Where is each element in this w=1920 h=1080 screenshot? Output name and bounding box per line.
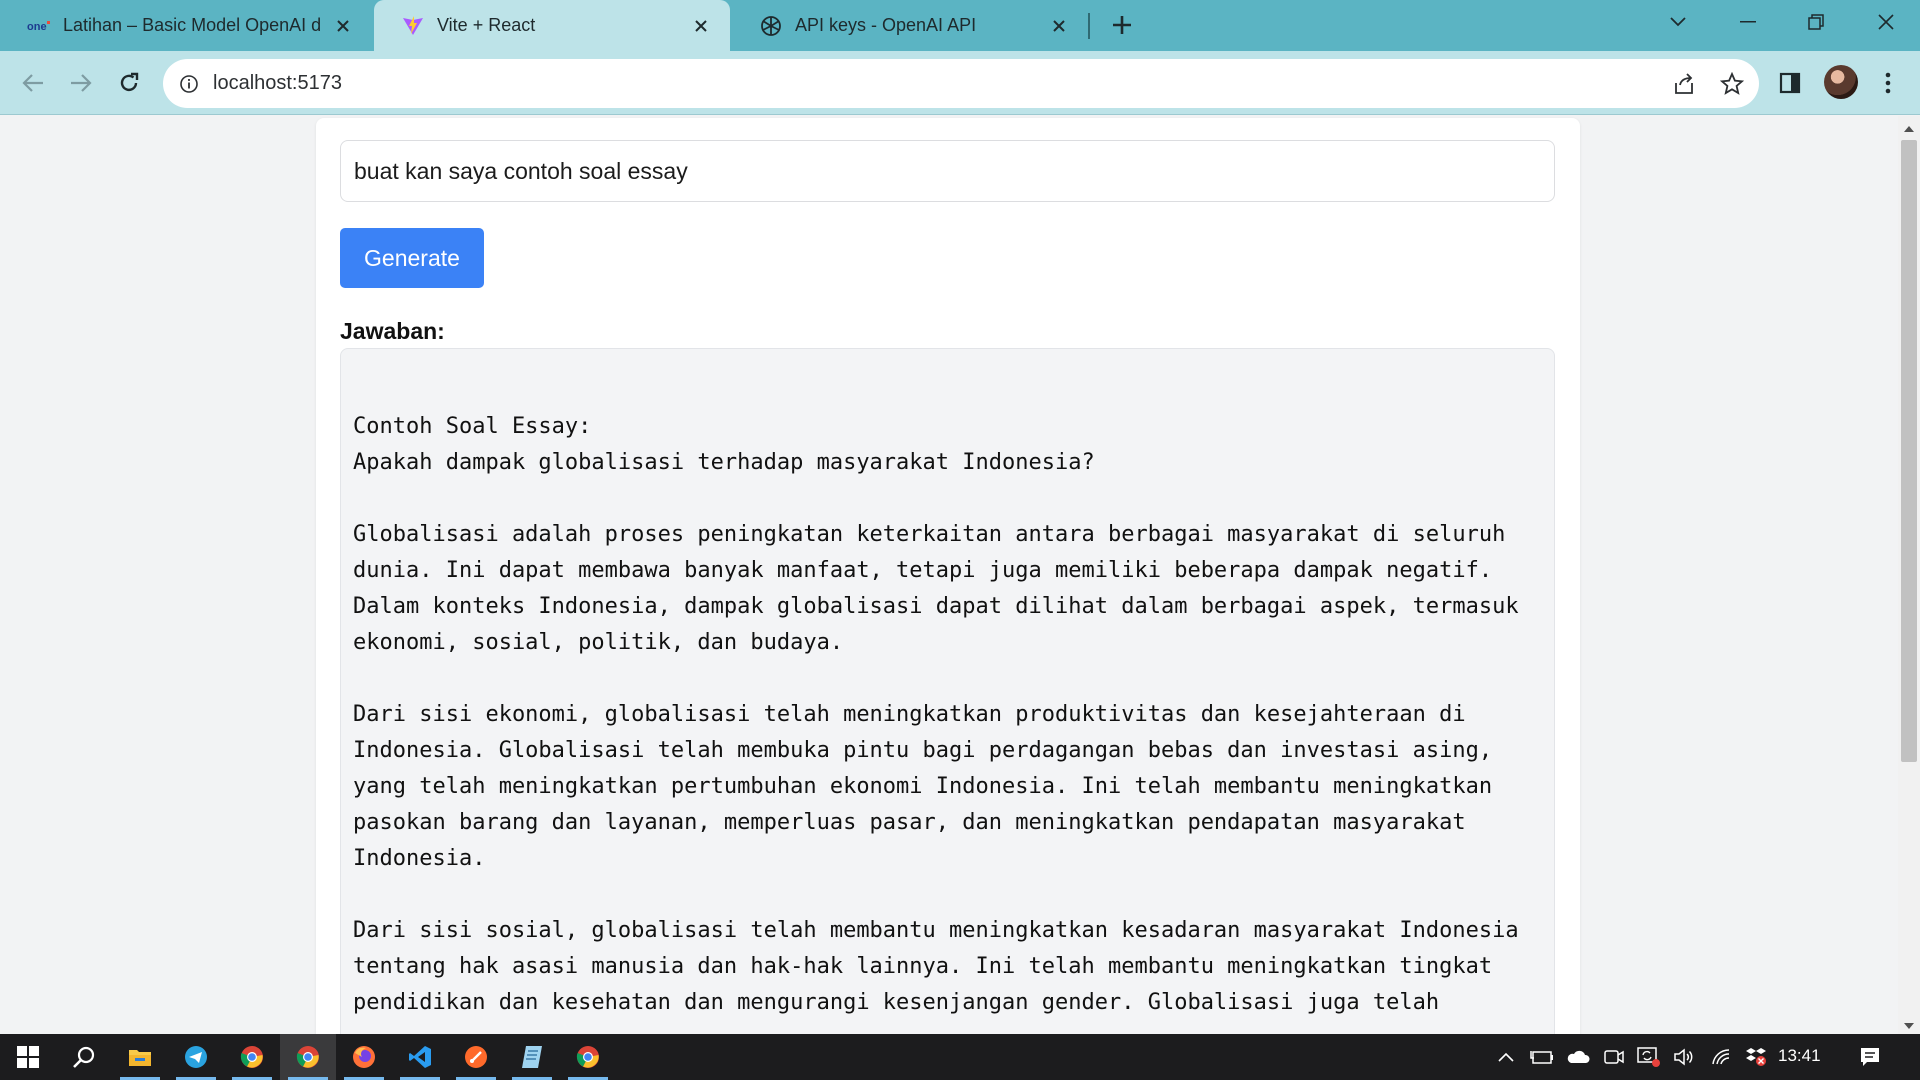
chrome-button[interactable] bbox=[560, 1034, 616, 1080]
chrome-icon bbox=[240, 1046, 263, 1068]
vscode-button[interactable] bbox=[392, 1034, 448, 1080]
file-explorer-button[interactable] bbox=[112, 1034, 168, 1080]
chrome-button[interactable] bbox=[280, 1034, 336, 1080]
generator-card: Generate Jawaban: Contoh Soal Essay: Apa… bbox=[316, 118, 1580, 1034]
answer-text: Contoh Soal Essay: Apakah dampak globali… bbox=[353, 414, 1519, 1015]
notification-icon[interactable] bbox=[1858, 1045, 1882, 1069]
tab-latihan[interactable]: one Latihan – Basic Model OpenAI d bbox=[0, 0, 372, 51]
firefox-button[interactable] bbox=[336, 1034, 392, 1080]
info-icon[interactable] bbox=[177, 72, 201, 96]
file-explorer-icon bbox=[129, 1050, 151, 1066]
start-button[interactable] bbox=[0, 1034, 56, 1080]
openai-favicon bbox=[759, 14, 783, 38]
bookmark-star-icon[interactable] bbox=[1719, 71, 1745, 97]
answer-label: Jawaban: bbox=[340, 318, 445, 344]
close-icon[interactable] bbox=[690, 15, 712, 37]
reload-button[interactable] bbox=[109, 63, 149, 103]
onecode-favicon: one bbox=[27, 14, 51, 38]
arrow-right-icon bbox=[71, 74, 92, 92]
search-button[interactable] bbox=[56, 1034, 112, 1080]
page-viewport: Generate Jawaban: Contoh Soal Essay: Apa… bbox=[0, 116, 1898, 1034]
close-window-button[interactable] bbox=[1856, 0, 1916, 44]
tab-api-keys[interactable]: API keys - OpenAI API bbox=[732, 0, 1088, 51]
side-panel-button[interactable] bbox=[1770, 63, 1810, 103]
page-scrollbar[interactable] bbox=[1898, 116, 1920, 1034]
scroll-thumb[interactable] bbox=[1901, 140, 1917, 762]
browser-toolbar: localhost:5173 bbox=[0, 51, 1920, 115]
tab-vite-react[interactable]: Vite + React bbox=[374, 0, 730, 51]
minimize-icon bbox=[1740, 21, 1756, 23]
more-vertical-icon bbox=[1885, 72, 1891, 94]
forward-button[interactable] bbox=[61, 63, 101, 103]
arrow-left-icon bbox=[22, 74, 43, 92]
close-icon bbox=[1878, 14, 1894, 30]
side-panel-icon bbox=[1779, 72, 1801, 94]
vscode-icon bbox=[409, 1046, 431, 1068]
chevron-down-icon bbox=[1670, 17, 1686, 27]
update-icon[interactable] bbox=[1636, 1045, 1660, 1069]
battery-icon[interactable] bbox=[1530, 1045, 1554, 1069]
close-icon[interactable] bbox=[1048, 15, 1070, 37]
volume-icon[interactable] bbox=[1672, 1045, 1696, 1069]
new-tab-button[interactable] bbox=[1092, 3, 1152, 47]
url-text: localhost:5173 bbox=[213, 72, 342, 94]
plus-icon bbox=[1113, 16, 1131, 34]
meet-now-icon[interactable] bbox=[1602, 1045, 1626, 1069]
wifi-icon[interactable] bbox=[1710, 1045, 1734, 1069]
clock[interactable]: 13:41 bbox=[1778, 1046, 1821, 1066]
chrome-icon bbox=[296, 1046, 319, 1068]
address-bar[interactable]: localhost:5173 bbox=[163, 59, 1759, 108]
telegram-icon bbox=[185, 1046, 207, 1068]
taskbar: 13:41 bbox=[0, 1034, 1920, 1080]
tab-separator bbox=[1088, 13, 1090, 39]
dropbox-icon[interactable] bbox=[1744, 1045, 1768, 1069]
tab-title: Vite + React bbox=[437, 15, 536, 35]
notepad-button[interactable] bbox=[504, 1034, 560, 1080]
share-icon[interactable] bbox=[1671, 71, 1697, 97]
close-icon[interactable] bbox=[332, 15, 354, 37]
profile-avatar[interactable] bbox=[1824, 65, 1858, 99]
restore-icon bbox=[1808, 14, 1824, 30]
chevron-up-icon[interactable] bbox=[1494, 1045, 1518, 1069]
tab-title: Latihan – Basic Model OpenAI d bbox=[63, 15, 322, 35]
reload-icon bbox=[120, 72, 139, 92]
restore-button[interactable] bbox=[1786, 0, 1846, 44]
git-icon bbox=[465, 1046, 487, 1068]
telegram-button[interactable] bbox=[168, 1034, 224, 1080]
svg-text:one: one bbox=[27, 21, 47, 33]
generate-button[interactable]: Generate bbox=[340, 228, 484, 288]
chrome-button[interactable] bbox=[224, 1034, 280, 1080]
search-icon bbox=[73, 1046, 95, 1068]
minimize-button[interactable] bbox=[1718, 0, 1778, 44]
onedrive-icon[interactable] bbox=[1566, 1045, 1590, 1069]
firefox-icon bbox=[353, 1046, 375, 1068]
tab-strip: one Latihan – Basic Model OpenAI d Vite … bbox=[0, 0, 1920, 51]
menu-button[interactable] bbox=[1868, 63, 1908, 103]
prompt-input[interactable] bbox=[340, 140, 1555, 202]
scroll-down-arrow[interactable] bbox=[1898, 1018, 1920, 1034]
scroll-up-arrow[interactable] bbox=[1898, 120, 1920, 136]
answer-box: Contoh Soal Essay: Apakah dampak globali… bbox=[340, 348, 1555, 1034]
vite-favicon bbox=[401, 14, 425, 38]
windows-start-icon bbox=[17, 1046, 39, 1068]
notepad-icon bbox=[522, 1046, 542, 1068]
back-button[interactable] bbox=[13, 63, 53, 103]
git-button[interactable] bbox=[448, 1034, 504, 1080]
tab-title: API keys - OpenAI API bbox=[795, 15, 977, 35]
chrome-icon bbox=[576, 1046, 599, 1068]
tab-search-button[interactable] bbox=[1648, 0, 1708, 44]
